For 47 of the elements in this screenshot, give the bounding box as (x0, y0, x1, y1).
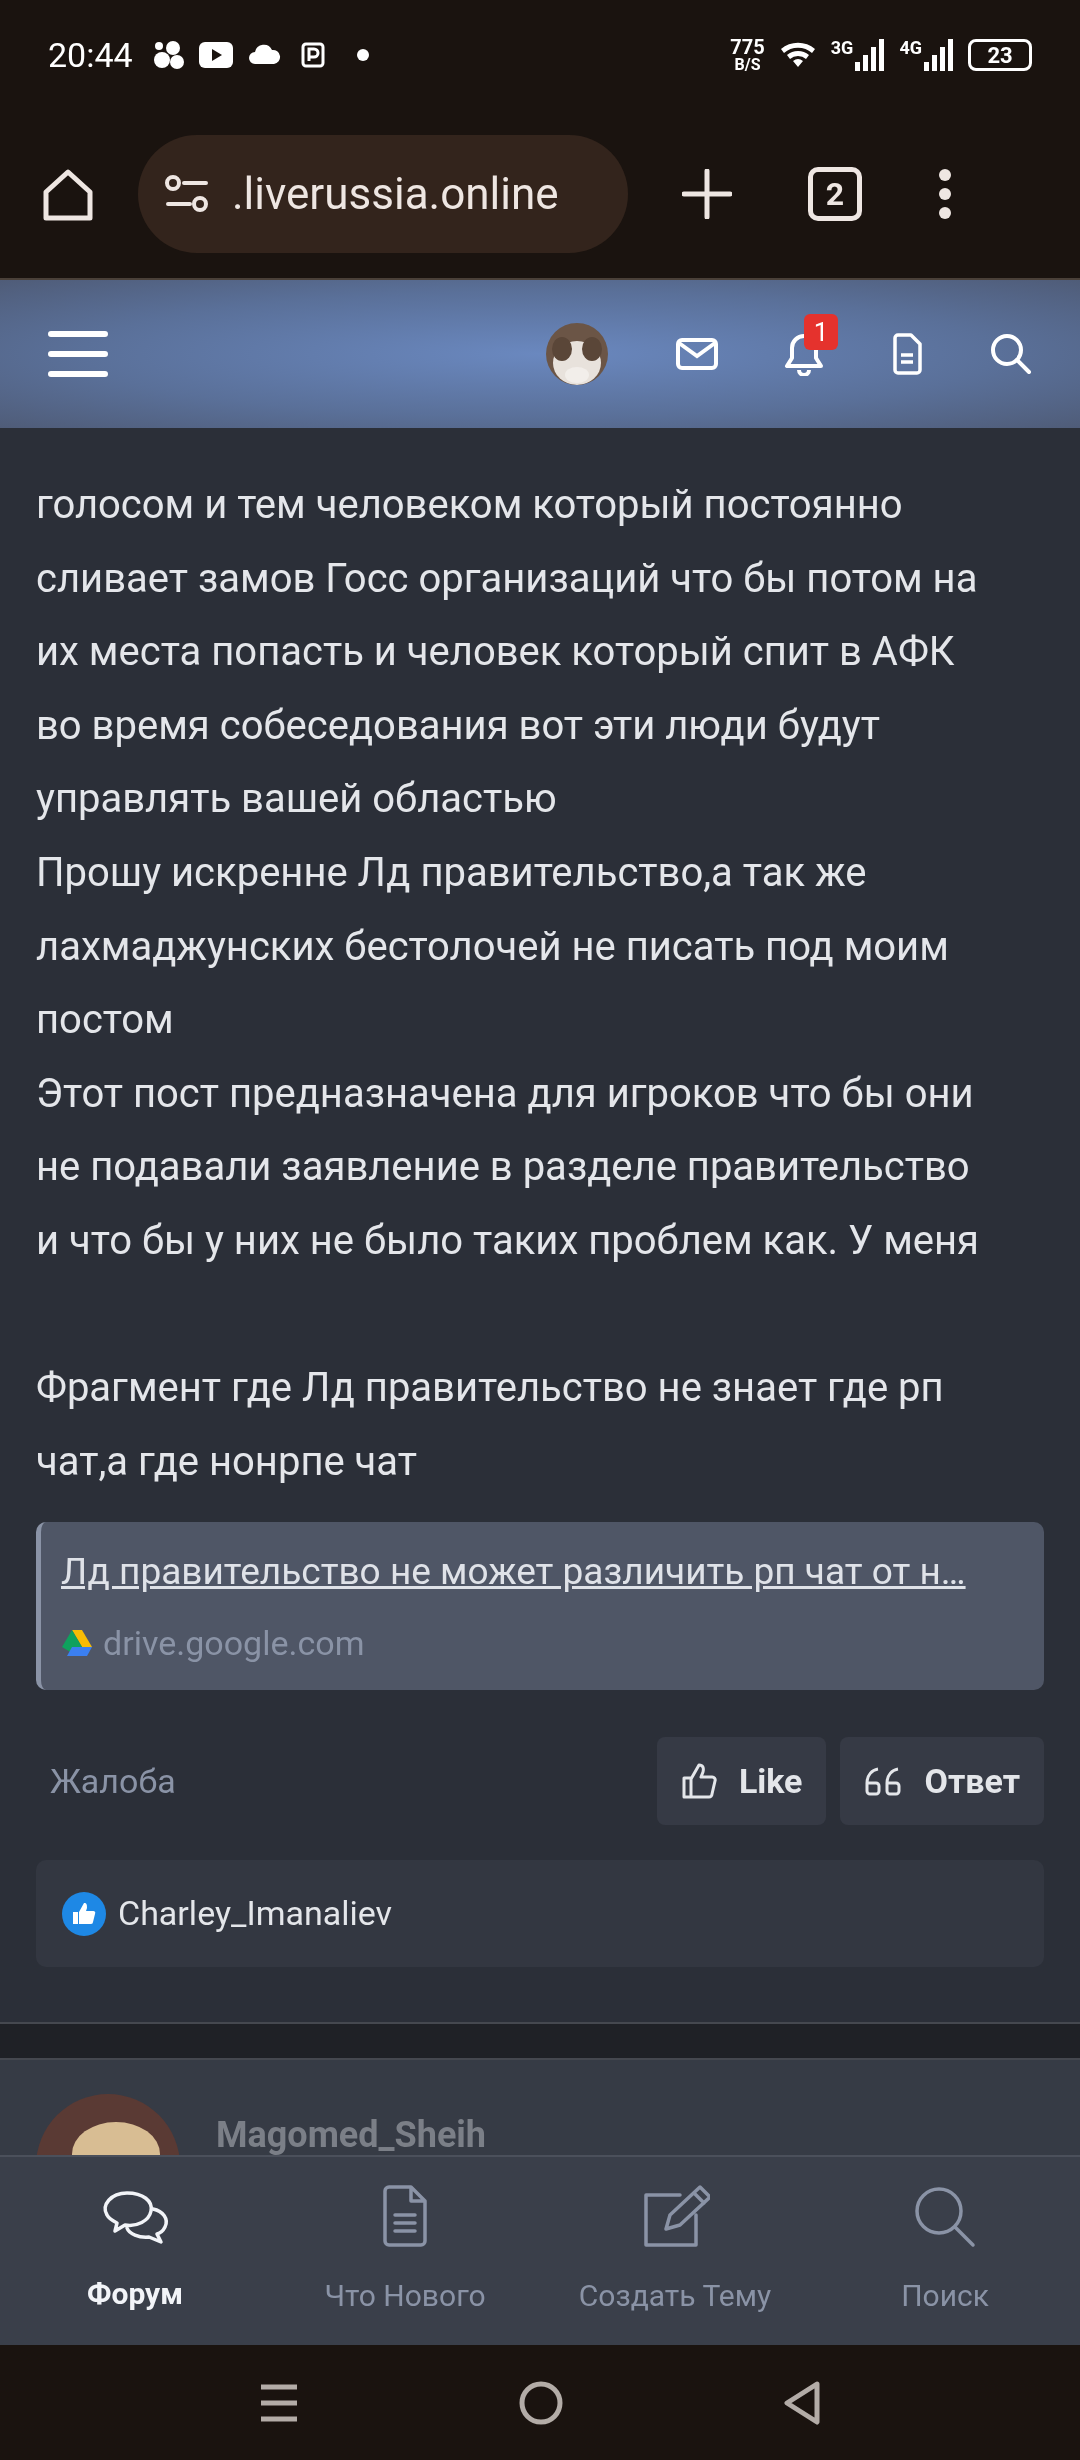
plus-icon[interactable] (682, 169, 732, 219)
net-speed: 775 (730, 37, 765, 57)
post-paragraph: Фрагмент где Лд правительство не знает где рп чат,а где нонрпе чат (36, 1363, 945, 1487)
tab-count-button[interactable]: 2 (808, 167, 862, 221)
recent-apps-icon[interactable] (259, 2382, 299, 2423)
address-bar[interactable]: .liverussia.online (138, 135, 628, 253)
dot-icon (356, 49, 369, 61)
post-paragraph: Прошу искренне Лд правительство,а так же лахмаджунских бестолочей не писать под моим постом (36, 847, 950, 1046)
network-label: 4G (899, 36, 922, 60)
reply-button[interactable]: Ответ (840, 1737, 1044, 1826)
search-icon (913, 2184, 977, 2249)
like-button[interactable]: Like (656, 1737, 827, 1826)
clock: 20:44 (48, 33, 133, 77)
net-speed-unit: B/S (734, 57, 761, 73)
nav-tab[interactable]: Что Нового (270, 2157, 540, 2345)
more-icon[interactable] (938, 168, 952, 220)
quote-icon (864, 1766, 903, 1797)
nav-tab[interactable]: Форум (0, 2157, 270, 2345)
nav-tab[interactable]: Создать Тему (540, 2157, 810, 2345)
post-paragraph: голосом и тем человеком который постоянно сливает замов Госс организаций что бы потом на их места попасть и человек который спит в АФК во время собеседования вот эти люди будут управлять вашей областью (36, 480, 979, 825)
mail-icon[interactable] (676, 338, 718, 370)
post-paragraph: Этот пост предназначена для игроков что бы они не подавали заявление в разделе правительство и что бы у них не было таких проблем как. У меня (36, 1068, 981, 1266)
document-icon (381, 2184, 429, 2249)
cloud-icon (246, 44, 281, 66)
network-label: 3G (830, 36, 854, 60)
link-domain: drive.google.com (103, 1621, 365, 1665)
back-icon[interactable] (783, 2379, 821, 2426)
apps-icon (152, 40, 185, 70)
url-text: .liverussia.online (232, 167, 559, 222)
like-reaction-icon (62, 1891, 106, 1936)
link-preview-card[interactable]: Лд правительство не может различить рп чат от н… drive.google.com (36, 1522, 1044, 1691)
notification-badge: 1 (804, 314, 838, 350)
link-title[interactable]: Лд правительство не может различить рп чат от н… (61, 1544, 1024, 1600)
site-settings-icon[interactable] (164, 174, 210, 214)
signal-icon (922, 38, 956, 72)
reaction-users[interactable]: Charley_Imanaliev (118, 1888, 393, 1940)
parking-icon (300, 42, 325, 68)
thumbs-up-icon (680, 1763, 717, 1800)
drive-icon (61, 1629, 93, 1658)
battery-indicator: 23 (968, 39, 1032, 71)
search-icon[interactable] (990, 333, 1032, 375)
video-play-icon (198, 42, 233, 68)
nav-tab[interactable]: Поиск (810, 2157, 1080, 2345)
document-icon[interactable] (892, 333, 922, 375)
report-link[interactable]: Жалоба (50, 1755, 176, 1807)
menu-icon[interactable] (48, 329, 108, 379)
home-button-icon[interactable] (519, 2380, 563, 2425)
